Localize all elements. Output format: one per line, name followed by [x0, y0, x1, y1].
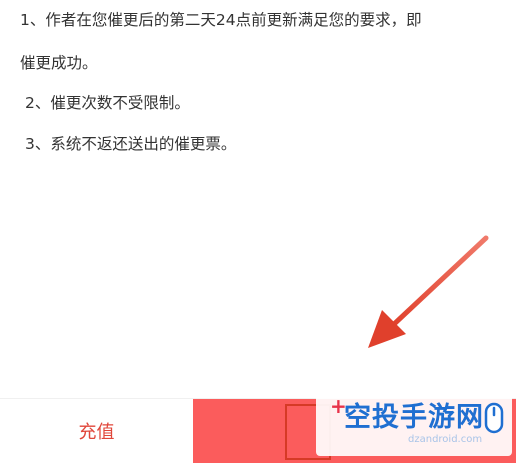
recharge-button[interactable]: 充值 [0, 399, 193, 463]
rule-1-line-2: 催更成功。 [20, 54, 98, 72]
rule-3: 3、系统不返还送出的催更票。 [25, 135, 237, 153]
red-arrow-icon [368, 235, 489, 348]
watermark-logo: + 空投手游网 dzandroid.com [316, 388, 512, 456]
rule-2: 2、催更次数不受限制。 [25, 94, 190, 112]
watermark-text: 空投手游网 [344, 402, 484, 433]
rule-1-line-1: 1、作者在您催更后的第二天24点前更新满足您的要求，即 [20, 11, 422, 29]
watermark-url: dzandroid.com [408, 434, 483, 445]
mouse-icon [484, 402, 504, 434]
